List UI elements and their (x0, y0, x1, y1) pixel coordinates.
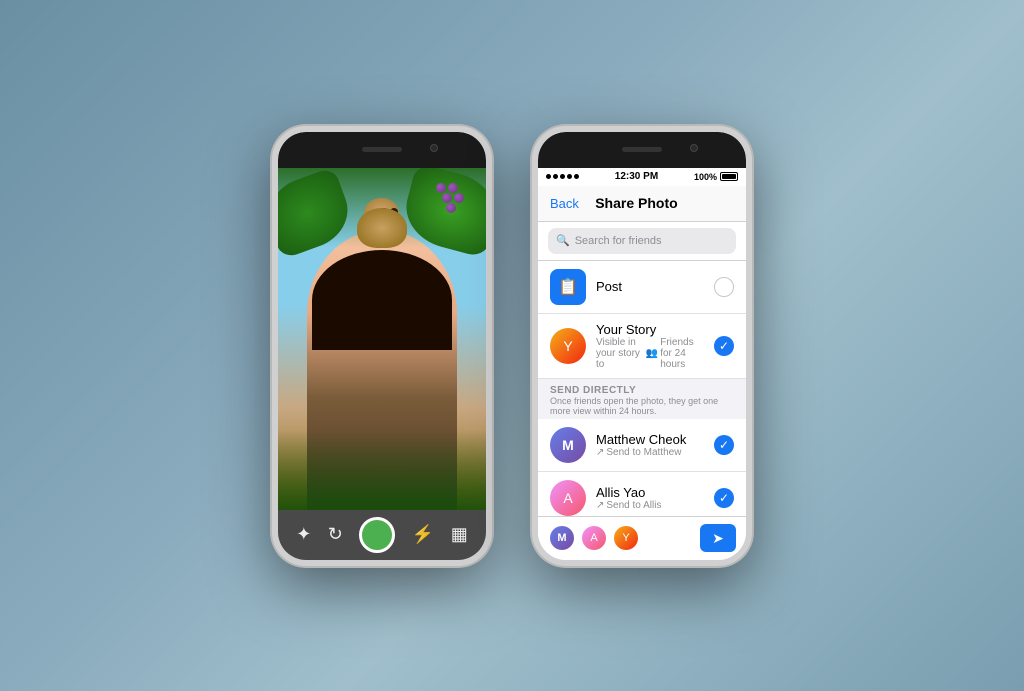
right-phone: 12:30 PM 100% Back Share Photo 🔍 Search … (532, 126, 752, 566)
your-story-row[interactable]: Y Your Story Visible in your story to 👥 … (538, 314, 746, 379)
matthew-send-label: ↗ Send to Matthew (596, 447, 704, 458)
send-directly-title: SEND DIRECTLY (550, 385, 734, 396)
camera-screen (278, 168, 486, 510)
nav-bar: Back Share Photo (538, 186, 746, 222)
flip-camera-icon[interactable]: ↻ (328, 524, 343, 545)
post-option-title: Post (596, 279, 704, 294)
friend-row-allis[interactable]: A Allis Yao ↗ Send to Allis ✓ (538, 472, 746, 516)
speaker (362, 147, 402, 152)
effects-icon[interactable]: ✦ (296, 524, 311, 545)
matthew-text: Matthew Cheok ↗ Send to Matthew (596, 432, 704, 458)
nav-title: Share Photo (595, 195, 677, 211)
post-option-row[interactable]: 📋 Post (538, 261, 746, 314)
phone-top-bar (278, 132, 486, 168)
avatar-matthew: M (550, 427, 586, 463)
your-story-subtitle: Visible in your story to 👥 Friends for 2… (596, 337, 704, 370)
share-screen: 12:30 PM 100% Back Share Photo 🔍 Search … (538, 168, 746, 560)
friend-row-matthew[interactable]: M Matthew Cheok ↗ Send to Matthew ✓ (538, 419, 746, 472)
left-phone: ✦ ↻ ⚡ ▦ (272, 126, 492, 566)
flash-icon[interactable]: ⚡ (412, 524, 434, 545)
send-directly-subtitle: Once friends open the photo, they get on… (550, 396, 734, 416)
back-button[interactable]: Back (550, 196, 579, 211)
ar-sloth-filter (352, 198, 412, 248)
gallery-icon[interactable]: ▦ (451, 524, 468, 545)
allis-send-label: ↗ Send to Allis (596, 500, 704, 511)
front-camera-dot (430, 144, 438, 152)
search-placeholder-text: Search for friends (575, 235, 662, 247)
status-bar: 12:30 PM 100% (538, 168, 746, 186)
send-button[interactable]: ➤ (700, 524, 736, 552)
search-bar-container: 🔍 Search for friends (538, 222, 746, 261)
matthew-checkbox[interactable]: ✓ (714, 435, 734, 455)
signal-indicator (546, 174, 579, 179)
send-icon: ➤ (712, 530, 724, 547)
post-option-text: Post (596, 279, 704, 294)
bottom-avatar-matthew: M (548, 524, 576, 552)
bottom-action-bar: M A Y ➤ (538, 516, 746, 560)
ar-leaves-bottom (278, 430, 486, 510)
your-story-title: Your Story (596, 322, 704, 337)
story-subtitle-text: Visible in your story to (596, 337, 644, 370)
search-bar[interactable]: 🔍 Search for friends (548, 228, 736, 254)
status-time: 12:30 PM (615, 171, 658, 182)
share-options-list: 📋 Post Y Your Story Visible in your stor… (538, 261, 746, 516)
allis-name: Allis Yao (596, 485, 704, 500)
your-story-checkbox[interactable]: ✓ (714, 336, 734, 356)
bottom-avatar-story: Y (612, 524, 640, 552)
allis-checkbox[interactable]: ✓ (714, 488, 734, 508)
battery-label: 100% (694, 172, 717, 182)
story-subtitle2-text: Friends for 24 hours (660, 337, 704, 370)
camera-controls: ✦ ↻ ⚡ ▦ (278, 510, 486, 560)
post-checkbox[interactable] (714, 277, 734, 297)
right-front-camera-dot (690, 144, 698, 152)
search-icon: 🔍 (556, 234, 570, 247)
allis-text: Allis Yao ↗ Send to Allis (596, 485, 704, 511)
status-right: 100% (694, 172, 738, 182)
battery-icon (720, 172, 738, 181)
right-speaker (622, 147, 662, 152)
avatar-allis: A (550, 480, 586, 516)
story-avatar: Y (550, 328, 586, 364)
person-hair (312, 250, 452, 350)
right-phone-top-bar (538, 132, 746, 168)
friends-icon: 👥 (646, 348, 658, 359)
post-icon: 📋 (550, 269, 586, 305)
capture-button[interactable] (359, 517, 395, 553)
bottom-avatar-allis: A (580, 524, 608, 552)
selected-avatars: M A Y (548, 524, 694, 552)
your-story-text: Your Story Visible in your story to 👥 Fr… (596, 322, 704, 370)
send-directly-section-header: SEND DIRECTLY Once friends open the phot… (538, 379, 746, 419)
matthew-name: Matthew Cheok (596, 432, 704, 447)
ar-grapes (436, 183, 466, 218)
